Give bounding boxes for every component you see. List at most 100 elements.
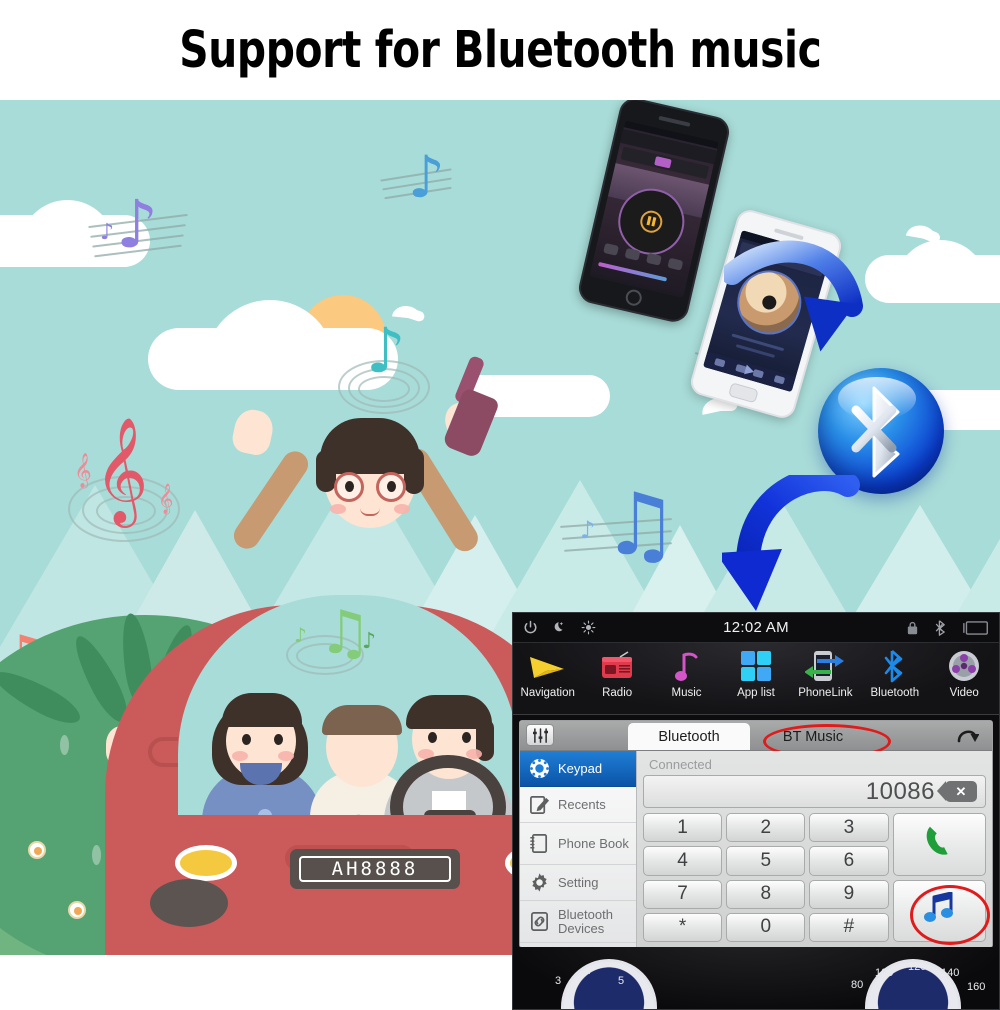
car-mirror: [148, 737, 178, 767]
tachometer-gauge: [561, 959, 657, 1009]
sidebar-item-bluetooth-devices[interactable]: Bluetooth Devices: [520, 901, 636, 943]
call-button[interactable]: [892, 813, 986, 876]
phone-speaker: [658, 115, 691, 127]
key-2[interactable]: 2: [726, 813, 806, 843]
music-note-group: ♫ ♪: [560, 480, 690, 590]
link-icon: [527, 910, 551, 934]
display-icon: [963, 620, 988, 635]
speed-tick: 100: [875, 967, 894, 979]
sidebar-label: Setting: [558, 874, 599, 890]
dashboard-gauges: 3 4 5 80 100 120 140 160: [513, 947, 999, 1009]
bluetooth-icon: [935, 619, 945, 636]
nav-item-navigation[interactable]: Navigation: [514, 647, 582, 699]
key-3[interactable]: 3: [809, 813, 889, 843]
music-note-icon: ♪: [116, 186, 159, 263]
sidebar-label: Recents: [558, 796, 606, 812]
phone-number-field[interactable]: 10086 ✕: [643, 775, 986, 808]
music-note-icon: ♪: [100, 220, 115, 245]
key-4[interactable]: 4: [643, 846, 723, 876]
cloud-shape: [895, 240, 987, 292]
sidebar-label: Bluetooth Devices: [558, 906, 613, 936]
nav-label: Music: [671, 687, 702, 699]
sidebar-item-recents[interactable]: Recents: [520, 787, 636, 823]
stereo-nav-row: Navigation Radio Music App list PhoneLin…: [513, 643, 999, 715]
dial-pad-icon: [527, 757, 551, 781]
bluetooth-rune-icon: [851, 386, 900, 478]
nav-item-music[interactable]: Music: [653, 647, 721, 699]
car-stereo-unit: 12:02 AM Navigation Radio Music App list…: [512, 612, 1000, 1010]
music-note-icon: ♪: [362, 629, 377, 654]
blue-music-note-icon: [922, 891, 956, 929]
equalizer-icon[interactable]: [526, 724, 554, 746]
panel-body: Keypad Recents Phone Book Setting Blueto…: [520, 751, 992, 947]
key-5[interactable]: 5: [726, 846, 806, 876]
black-phone: [575, 100, 733, 325]
video-disc-icon: [947, 647, 981, 685]
music-note-icon: ♫: [602, 475, 680, 575]
sidebar-label: Keypad: [558, 760, 603, 776]
nav-label: Video: [949, 687, 979, 699]
car-wheel: [150, 879, 228, 927]
music-note-group: ♪: [380, 148, 470, 230]
bird-icon: [905, 223, 939, 241]
key-9[interactable]: 9: [809, 879, 889, 909]
phone-screen: [589, 120, 719, 298]
music-note-ripple-group: ♫ ♪ ♪: [286, 603, 396, 693]
lock-icon: [907, 621, 918, 634]
dial-pad: 1 2 3 4 5 6 7 8 9 * 0 #: [643, 813, 986, 942]
nav-item-video[interactable]: Video: [930, 647, 998, 699]
page-title: Support for Bluetooth music: [178, 20, 822, 80]
page-title-bar: Support for Bluetooth music: [0, 0, 1000, 100]
nav-label: Navigation: [520, 687, 575, 699]
tab-bt-music[interactable]: BT Music: [752, 723, 874, 750]
key-8[interactable]: 8: [726, 879, 806, 909]
sidebar-item-phone-book[interactable]: Phone Book: [520, 823, 636, 865]
music-note-icon: ♪: [294, 623, 307, 647]
bluetooth-panel: Bluetooth BT Music Keypad Recents Phone …: [519, 720, 993, 948]
panel-tabbar: Bluetooth BT Music: [520, 721, 992, 759]
page-root: Support for Bluetooth music ♪ ♪ ♪ ♪ 𝄞 𝄞 …: [0, 0, 1000, 1010]
nav-label: Bluetooth: [870, 687, 920, 699]
sidebar-item-keypad[interactable]: Keypad: [520, 751, 636, 787]
nav-item-bluetooth[interactable]: Bluetooth: [861, 647, 929, 699]
key-star[interactable]: *: [643, 912, 723, 942]
bt-music-button[interactable]: [892, 879, 986, 942]
pause-button: [638, 208, 665, 235]
nav-item-phonelink[interactable]: PhoneLink: [791, 647, 859, 699]
blue-curved-arrow: [722, 475, 860, 611]
treble-clef-ripple-group: 𝄞 𝄞 𝄞: [60, 424, 200, 560]
blue-curved-arrow: [724, 240, 863, 352]
backspace-icon[interactable]: ✕: [937, 781, 977, 802]
tab-bluetooth[interactable]: Bluetooth: [628, 723, 750, 750]
back-arrow-icon[interactable]: [952, 723, 982, 747]
app-grid-icon: [740, 647, 772, 685]
key-6[interactable]: 6: [809, 846, 889, 876]
key-7[interactable]: 7: [643, 879, 723, 909]
speed-tick: 140: [941, 967, 960, 979]
stereo-status-bar: 12:02 AM: [513, 613, 999, 643]
dialer-area: Connected 10086 ✕ 1 2 3 4 5 6 7 8 9 * 0 …: [637, 751, 992, 947]
key-0[interactable]: 0: [726, 912, 806, 942]
home-button: [624, 288, 644, 308]
key-1[interactable]: 1: [643, 813, 723, 843]
flower-shape: [28, 841, 46, 859]
key-hash[interactable]: #: [809, 912, 889, 942]
phone-number-value: 10086: [865, 777, 935, 805]
speed-tick: 120: [908, 961, 927, 973]
music-note-icon: ♪: [580, 516, 596, 544]
music-note-icon: ♪: [408, 143, 446, 211]
treble-clef-icon: 𝄞: [158, 484, 174, 514]
phonelink-icon: [805, 647, 845, 685]
tach-tick: 4: [585, 965, 592, 977]
nav-label: App list: [737, 687, 775, 699]
sidebar-item-setting[interactable]: Setting: [520, 865, 636, 901]
nav-item-radio[interactable]: Radio: [583, 647, 651, 699]
speed-tick: 160: [967, 981, 986, 993]
treble-clef-icon: 𝄞: [94, 416, 149, 523]
nav-item-app-list[interactable]: App list: [722, 647, 790, 699]
bluetooth-side-menu: Keypad Recents Phone Book Setting Blueto…: [520, 751, 637, 947]
bottle-shape: [441, 387, 501, 459]
connection-status: Connected: [649, 757, 712, 772]
music-note-group: ♪ ♪: [88, 192, 208, 280]
tach-tick: 5: [618, 975, 625, 987]
